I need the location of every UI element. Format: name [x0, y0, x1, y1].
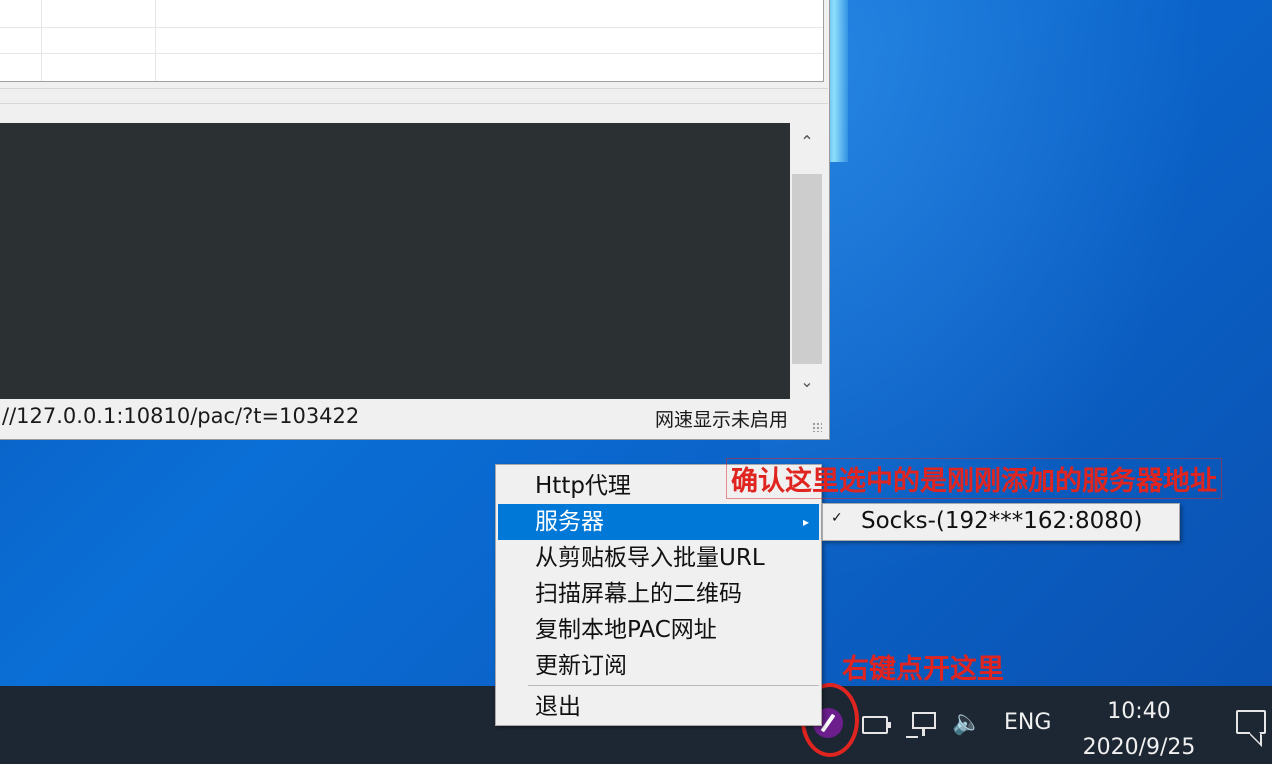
menu-item-copy-pac-url[interactable]: 复制本地PAC网址 — [498, 612, 819, 648]
network-icon[interactable] — [906, 712, 938, 740]
input-language[interactable]: ENG — [1004, 710, 1051, 735]
menu-item-scan-qrcode[interactable]: 扫描屏幕上的二维码 — [498, 576, 819, 612]
grid-row-line — [0, 53, 823, 54]
status-pac-url: //127.0.0.1:10810/pac/?t=103422 — [2, 404, 360, 428]
scroll-up-icon[interactable]: ⌃ — [790, 123, 824, 159]
server-list-grid[interactable] — [0, 0, 824, 82]
log-output-panel — [0, 123, 790, 399]
submenu-arrow-icon: ▸ — [802, 515, 809, 529]
tray-context-menu: Http代理 服务器 ▸ 从剪贴板导入批量URL 扫描屏幕上的二维码 复制本地P… — [495, 464, 822, 726]
volume-icon[interactable]: 🔈 — [952, 708, 982, 736]
menu-item-import-clipboard[interactable]: 从剪贴板导入批量URL — [498, 540, 819, 576]
menu-item-servers[interactable]: 服务器 ▸ — [498, 504, 819, 540]
resize-grip-icon[interactable] — [812, 422, 822, 432]
menu-item-update-subscription[interactable]: 更新订阅 — [498, 648, 819, 684]
panel-splitter[interactable] — [0, 88, 828, 104]
grid-col-line — [41, 0, 42, 81]
checkmark-icon: ✓ — [831, 510, 843, 526]
menu-item-exit[interactable]: 退出 — [498, 689, 819, 725]
grid-col-line — [155, 0, 156, 81]
annotation-rightclick-note: 右键点开这里 — [842, 654, 1004, 685]
servers-submenu: ✓ Socks-(192***162:8080) — [822, 503, 1180, 541]
notification-center-icon[interactable] — [1236, 710, 1266, 734]
submenu-item-server[interactable]: Socks-(192***162:8080) — [861, 508, 1142, 534]
menu-item-servers-label: 服务器 — [535, 509, 604, 535]
scroll-thumb[interactable] — [792, 174, 822, 364]
log-scrollbar[interactable]: ⌃ ⌄ — [790, 123, 824, 399]
clock-date: 2020/9/25 — [1082, 735, 1196, 760]
battery-icon[interactable] — [862, 716, 891, 734]
app-window: ⌃ ⌄ //127.0.0.1:10810/pac/?t=103422 网速显示… — [0, 0, 830, 440]
status-speed-text: 网速显示未启用 — [654, 409, 788, 431]
scroll-down-icon[interactable]: ⌄ — [790, 363, 824, 399]
clock-time: 10:40 — [1107, 699, 1171, 724]
menu-separator — [528, 685, 819, 686]
grid-row-line — [0, 27, 823, 28]
annotation-server-note: 确认这里选中的是刚刚添加的服务器地址 — [726, 458, 1222, 499]
taskbar-clock[interactable]: 10:40 2020/9/25 — [1080, 694, 1198, 764]
status-bar: //127.0.0.1:10810/pac/?t=103422 网速显示未启用 — [0, 400, 828, 438]
